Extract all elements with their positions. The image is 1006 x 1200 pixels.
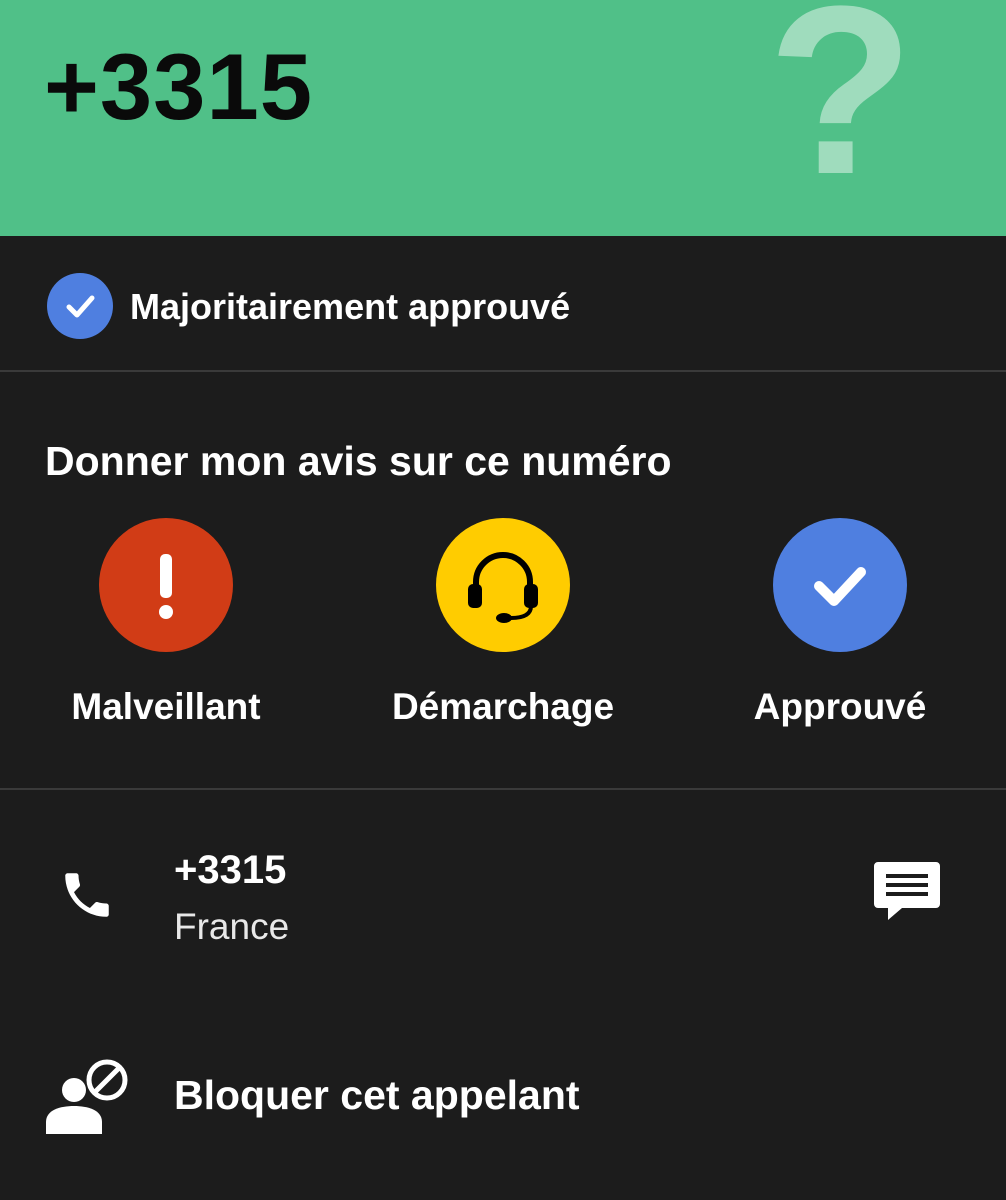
status-text: Majoritairement approuvé (130, 286, 571, 327)
contact-row[interactable]: +3315 France (0, 790, 1006, 1030)
check-circle-icon (47, 273, 113, 339)
block-caller-row[interactable]: Bloquer cet appelant (0, 1030, 1006, 1200)
status-row: Majoritairement approuvé (0, 236, 1006, 372)
block-caller-label: Bloquer cet appelant (174, 1072, 580, 1118)
header-banner: +3315 ? (0, 0, 1006, 236)
rate-approved-button[interactable]: Approuvé (690, 518, 990, 738)
check-icon (773, 518, 907, 652)
rate-malicious-label: Malveillant (71, 686, 261, 727)
headset-icon (436, 518, 570, 652)
phone-icon[interactable] (58, 866, 116, 924)
contact-country: France (174, 906, 290, 947)
contact-number: +3315 (174, 848, 287, 892)
rating-title: Donner mon avis sur ce numéro (45, 438, 672, 484)
rating-section: Donner mon avis sur ce numéro Malveillan… (0, 372, 1006, 790)
rate-telemarketing-label: Démarchage (391, 686, 615, 727)
rate-malicious-button[interactable]: Malveillant (16, 518, 316, 738)
block-user-icon (46, 1059, 128, 1134)
rate-approved-label: Approuvé (753, 686, 927, 727)
header-phone-number: +3315 (44, 34, 314, 139)
rate-telemarketing-button[interactable]: Démarchage (353, 518, 653, 738)
exclamation-icon (99, 518, 233, 652)
message-icon[interactable] (872, 860, 942, 926)
question-mark-icon: ? (767, 0, 914, 224)
